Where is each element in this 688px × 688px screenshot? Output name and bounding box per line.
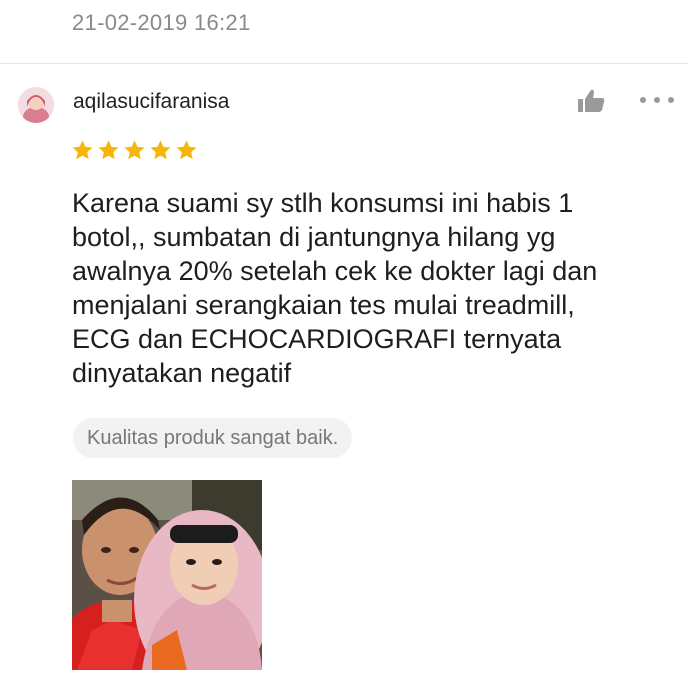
dot <box>654 97 660 103</box>
dot <box>668 97 674 103</box>
review-text-line: ECG dan ECHOCARDIOGRAFI ternyata <box>72 324 562 354</box>
avatar[interactable] <box>18 87 54 123</box>
avatar-image <box>18 87 54 123</box>
star-icon <box>150 140 171 160</box>
review-text-line: botol,, sumbatan di jantungnya hilang yg <box>72 222 556 252</box>
review-text-line: Karena suami sy stlh konsumsi ini habis … <box>72 188 574 218</box>
review-timestamp: 21-02-2019 16:21 <box>72 10 251 35</box>
divider <box>0 63 688 64</box>
star-icon <box>98 140 119 160</box>
thumbs-up-icon[interactable] <box>576 88 606 114</box>
dot <box>640 97 646 103</box>
star-rating <box>71 139 198 162</box>
review-text-line: awalnya 20% setelah cek ke dokter lagi d… <box>72 256 598 286</box>
star-icon <box>176 140 197 160</box>
quality-tag: Kualitas produk sangat baik. <box>73 418 353 458</box>
more-options-icon[interactable] <box>640 90 674 110</box>
review-text-line: dinyatakan negatif <box>72 358 292 388</box>
review-photo-image <box>72 480 262 670</box>
review-text-line: menjalani serangkaian tes mulai treadmil… <box>72 290 575 320</box>
review-photo[interactable] <box>72 480 262 670</box>
star-icon <box>124 140 145 160</box>
review-text: Karena suami sy stlh konsumsi ini habis … <box>72 186 652 390</box>
star-icon <box>72 140 93 160</box>
reviewer-username[interactable]: aqilasucifaranisa <box>73 90 229 114</box>
